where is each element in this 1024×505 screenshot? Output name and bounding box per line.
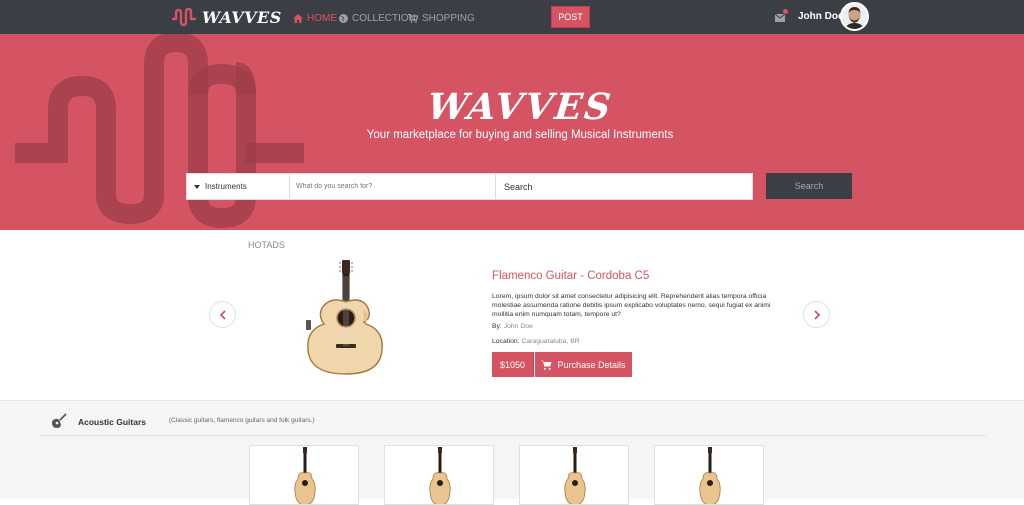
caret-down-icon [194, 184, 200, 189]
category-dropdown-value: Instruments [205, 182, 247, 191]
nav-collection[interactable]: COLLECTION [339, 11, 416, 25]
category-description: (Classic guitars, flamenco guitars and f… [169, 417, 315, 424]
category-section: Acoustic Guitars (Classic guitars, flame… [0, 400, 1024, 505]
brand-logo[interactable]: WAVVES [172, 6, 282, 28]
carousel-next-button[interactable] [803, 301, 830, 328]
avatar[interactable] [840, 2, 869, 31]
hero-subtitle: Your marketplace for buying and selling … [366, 129, 674, 141]
wave-logo-icon [172, 7, 197, 27]
purchase-details-label: Purchase Details [557, 359, 626, 370]
product-location: Location: Caraguatatuba, BR [492, 338, 580, 345]
brand-name: WAVVES [202, 7, 282, 27]
wave-decoration [15, 34, 304, 229]
category-dropdown[interactable]: Instruments [186, 173, 290, 200]
divider [40, 435, 986, 436]
guitar-thumbnail [564, 447, 586, 504]
product-card[interactable] [384, 445, 494, 505]
home-icon [293, 13, 303, 23]
search-input[interactable] [290, 173, 496, 200]
globe-icon [339, 13, 348, 23]
product-title[interactable]: Flamenco Guitar - Cordoba C5 [492, 270, 649, 282]
location-label: Location: [492, 338, 520, 345]
hero-title: WAVVES [425, 86, 615, 128]
product-seller: By: John Doe [492, 323, 533, 330]
chevron-right-icon [813, 309, 820, 320]
nav-collection-label: COLLECTION [352, 12, 416, 24]
nav-home-label: HOME [307, 12, 337, 24]
product-description: Lorem, ipsum dolor sit amet consectetur … [492, 293, 771, 318]
seller-value: John Doe [503, 323, 533, 330]
cart-icon [408, 13, 418, 23]
guitar-image[interactable] [300, 258, 390, 376]
top-navbar: WAVVES HOME COLLECTION SHOPPING POST Joh… [0, 0, 1024, 34]
seller-label: By: [492, 323, 502, 330]
nav-shopping[interactable]: SHOPPING [408, 11, 475, 25]
price-badge[interactable]: $1050 [492, 352, 534, 377]
nav-shopping-label: SHOPPING [422, 12, 475, 24]
category-title[interactable]: Acoustic Guitars [78, 417, 146, 427]
nav-home[interactable]: HOME [293, 11, 337, 25]
location-value: Caraguatatuba, BR [521, 338, 580, 345]
cart-icon [541, 360, 552, 370]
guitar-thumbnail [294, 447, 316, 504]
guitar-thumbnail [429, 447, 451, 504]
search-bar: Instruments [186, 173, 753, 200]
carousel-prev-button[interactable] [209, 301, 236, 328]
location-input[interactable] [496, 173, 753, 200]
user-name[interactable]: John Doe [798, 11, 844, 22]
product-card[interactable] [519, 445, 629, 505]
chevron-left-icon [219, 309, 226, 320]
guitar-thumbnail [699, 447, 721, 504]
product-card[interactable] [249, 445, 359, 505]
product-card[interactable] [654, 445, 764, 505]
purchase-details-button[interactable]: Purchase Details [535, 352, 632, 377]
search-button[interactable]: Search [766, 173, 852, 199]
hotads-heading: HOTADS [248, 240, 285, 250]
post-button[interactable]: POST [551, 6, 590, 28]
guitar-icon [52, 413, 67, 428]
notification-dot [783, 9, 788, 14]
hero-banner: WAVVES Your marketplace for buying and s… [0, 34, 1024, 230]
